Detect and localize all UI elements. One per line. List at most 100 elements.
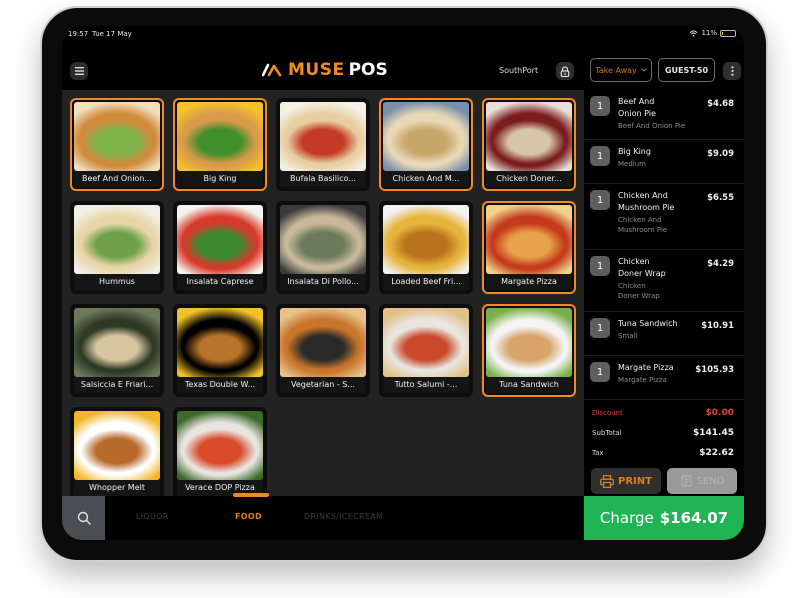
product-image [383, 205, 469, 274]
guest-button[interactable]: GUEST-50 [658, 58, 715, 82]
product-tile[interactable]: Tutto Salumi -... [379, 304, 473, 397]
quantity-badge[interactable]: 1 [590, 318, 610, 338]
tax-row: Tax $22.62 [592, 446, 734, 460]
product-image [74, 411, 160, 480]
product-image [486, 102, 572, 171]
discount-row: Discount $0.00 [592, 406, 734, 420]
product-name: Chicken Doner... [486, 171, 572, 187]
product-name: Vegetarian - S... [280, 377, 366, 393]
quantity-badge[interactable]: 1 [590, 96, 610, 116]
tab-drinks-icecream[interactable]: DRINKS/ICECREAM [304, 512, 383, 521]
chevron-down-icon [640, 68, 647, 72]
battery-percent: 11% [701, 29, 717, 37]
location-label: SouthPort [499, 66, 539, 75]
product-name: Beef And Onion... [74, 171, 160, 187]
category-bar: LIQUOR FOOD DRINKS/ICECREAM [62, 493, 584, 540]
logo-brand: MUSE [288, 60, 345, 80]
product-name: Whopper Melt [74, 480, 160, 496]
search-button[interactable] [62, 496, 105, 540]
product-name: Bufala Basilico... [280, 171, 366, 187]
guest-label: GUEST-50 [664, 65, 709, 75]
print-button[interactable]: PRINT [591, 468, 661, 494]
print-label: PRINT [618, 475, 652, 487]
status-bar: 19:57 Tue 17 May 11% [62, 26, 744, 44]
menu-button[interactable] [70, 62, 88, 80]
product-grid-area: Beef And Onion... Big King Bufala Basilico… [62, 90, 584, 496]
product-tile[interactable]: Whopper Melt [70, 407, 164, 496]
product-image [280, 308, 366, 377]
product-tile[interactable]: Chicken Doner... [482, 98, 576, 191]
order-item[interactable]: 1 Tuna Sandwich Small $10.91 [584, 312, 744, 356]
charge-label: Charge [599, 509, 654, 527]
product-tile[interactable]: Bufala Basilico... [276, 98, 370, 191]
item-modifier: Margate Pizza [618, 376, 667, 384]
product-tile[interactable]: Beef And Onion... [70, 98, 164, 191]
quantity-badge[interactable]: 1 [590, 190, 610, 210]
more-options-button[interactable] [723, 62, 741, 80]
charge-amount: $164.07 [659, 509, 729, 527]
top-bar: MUSE POS SouthPort Take Away GUEST-50 [62, 44, 744, 90]
send-kitchen-icon [681, 475, 692, 487]
lock-button[interactable] [556, 62, 574, 80]
item-modifier: Chicken [618, 282, 646, 290]
product-tile[interactable]: Insalata Caprese [173, 201, 267, 294]
product-tile[interactable]: Vegetarian - S... [276, 304, 370, 397]
tab-food[interactable]: FOOD [235, 512, 262, 521]
subtotal-label: SubTotal [592, 429, 622, 437]
hamburger-menu-icon [74, 67, 84, 75]
subtotal-value: $141.45 [693, 428, 734, 438]
product-tile[interactable]: Loaded Beef Fri... [379, 201, 473, 294]
product-tile[interactable]: Verace DOP Pizza [173, 407, 267, 496]
order-item[interactable]: 1 Chicken And Mushroom Pie Chicken And Mushr… [584, 184, 744, 250]
product-tile[interactable]: Tuna Sandwich [482, 304, 576, 397]
vertical-dots-icon [730, 66, 734, 76]
product-tile[interactable]: Hummus [70, 201, 164, 294]
item-modifier: Medium [618, 160, 646, 168]
quantity-badge[interactable]: 1 [590, 146, 610, 166]
status-right: 11% [689, 29, 736, 37]
product-name: Big King [177, 171, 263, 187]
product-tile[interactable]: Texas Double W... [173, 304, 267, 397]
subtotal-row: SubTotal $141.45 [592, 426, 734, 440]
item-modifier: Chicken And [618, 216, 662, 224]
pos-screen: 19:57 Tue 17 May 11% MUSE POS SouthPort … [62, 26, 744, 540]
product-tile[interactable]: Insalata Di Pollo... [276, 201, 370, 294]
item-name: Doner Wrap [618, 269, 666, 278]
product-name: Chicken And M... [383, 171, 469, 187]
order-type-value: Take Away [595, 65, 637, 75]
logo-product: POS [348, 60, 388, 80]
product-tile[interactable]: Big King [173, 98, 267, 191]
order-item[interactable]: 1 Chicken Doner Wrap Chicken Doner Wrap $4.29 [584, 250, 744, 312]
printer-icon [600, 474, 614, 488]
product-tile[interactable]: Chicken And M... [379, 98, 473, 191]
wifi-icon [690, 29, 698, 37]
item-modifier: Beef And Onion Pie [618, 122, 686, 130]
logo: MUSE POS [262, 60, 388, 80]
item-price: $9.09 [707, 149, 734, 159]
item-price: $4.68 [707, 99, 734, 109]
order-item[interactable]: 1 Margate Pizza Margate Pizza $105.93 [584, 356, 744, 400]
tab-liquor[interactable]: LIQUOR [136, 512, 169, 521]
quantity-badge[interactable]: 1 [590, 256, 610, 276]
item-name: Beef And [618, 97, 655, 106]
product-tile[interactable]: Salsiccia E Friari... [70, 304, 164, 397]
product-image [74, 205, 160, 274]
product-image [74, 102, 160, 171]
order-type-select[interactable]: Take Away [590, 58, 652, 82]
product-name: Hummus [74, 274, 160, 290]
order-item[interactable]: 1 Big King Medium $9.09 [584, 140, 744, 184]
send-button[interactable]: SEND [667, 468, 737, 494]
item-name: Tuna Sandwich [618, 319, 678, 328]
status-date: Tue 17 May [92, 30, 132, 38]
charge-button[interactable]: Charge $164.07 [584, 496, 744, 540]
item-name: Chicken And [618, 191, 668, 200]
item-name: Chicken [618, 257, 650, 266]
product-image [74, 308, 160, 377]
lock-icon [560, 65, 570, 77]
product-image [280, 102, 366, 171]
product-image [177, 308, 263, 377]
order-item[interactable]: 1 Beef And Onion Pie Beef And Onion Pie $4.6… [584, 90, 744, 140]
quantity-badge[interactable]: 1 [590, 362, 610, 382]
product-tile[interactable]: Margate Pizza [482, 201, 576, 294]
product-name: Insalata Caprese [177, 274, 263, 290]
